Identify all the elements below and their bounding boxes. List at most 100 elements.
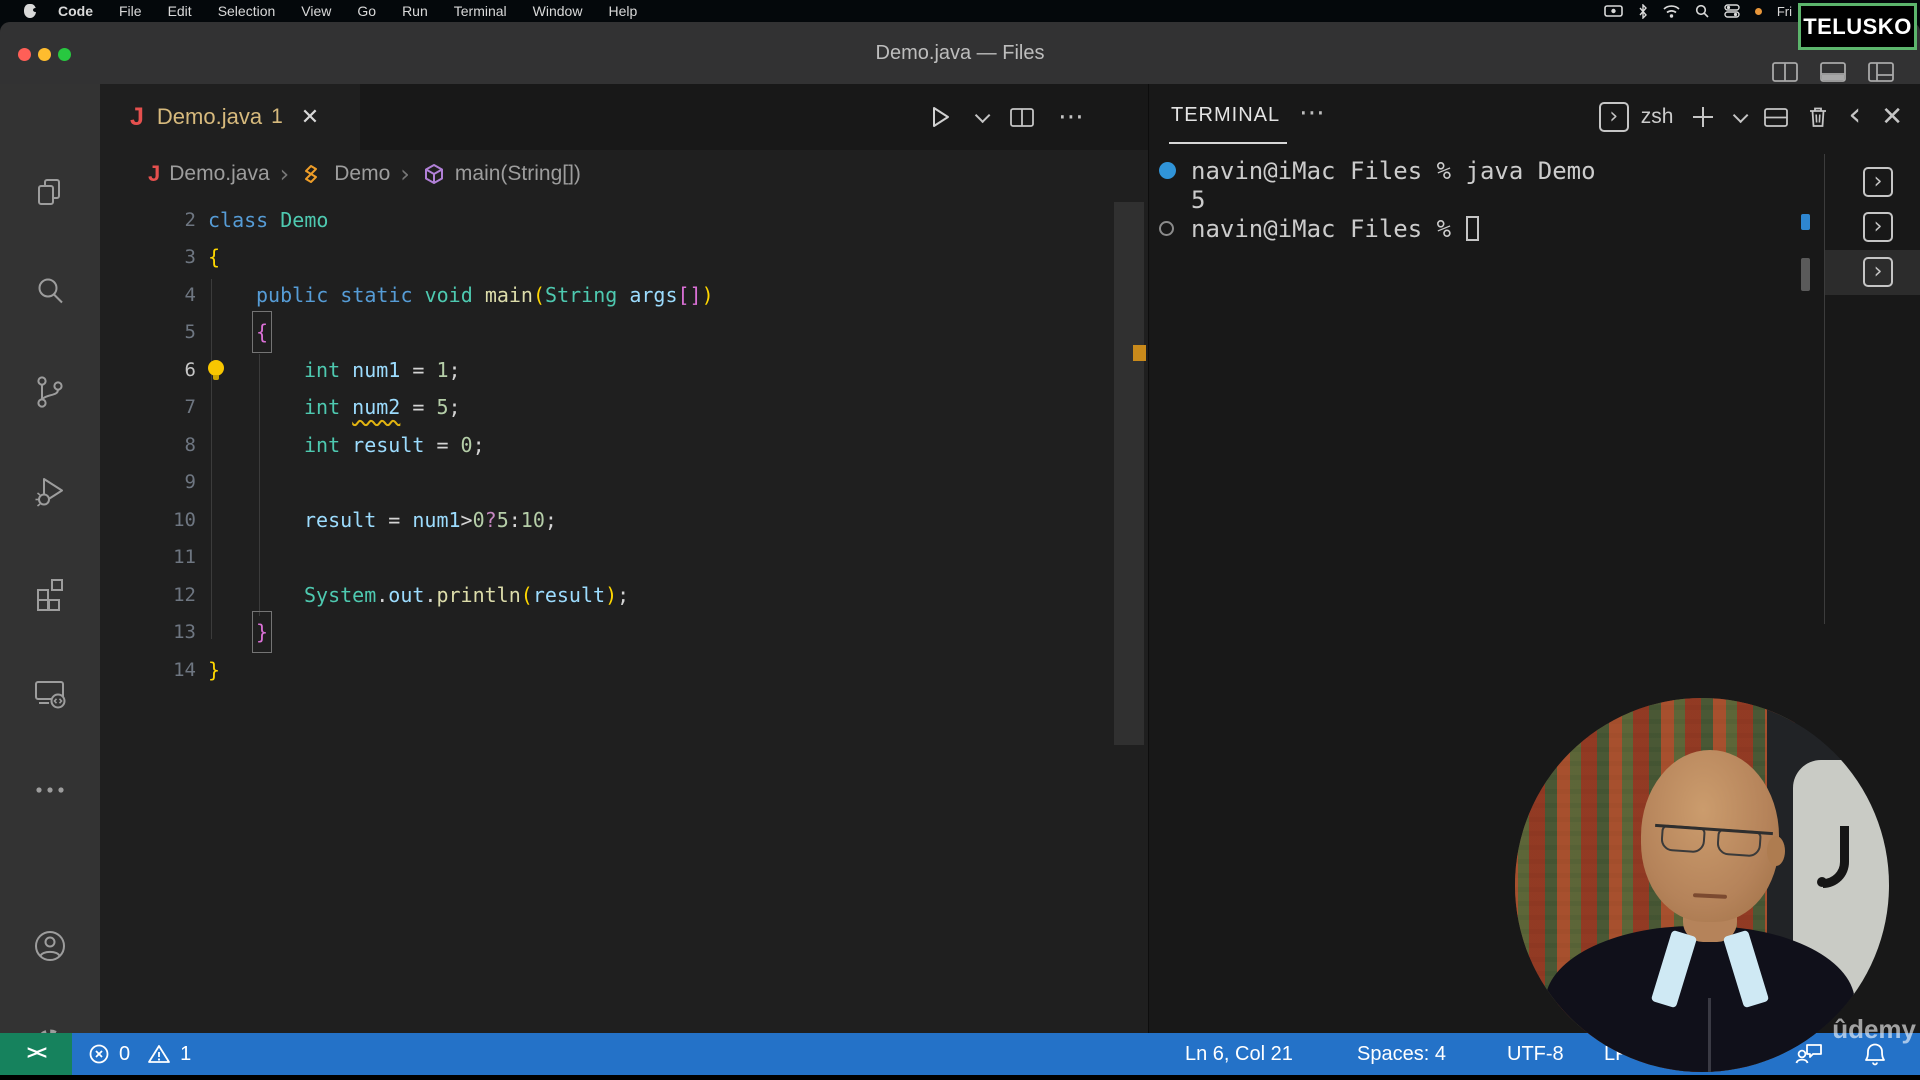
code-editor[interactable]: 2 class Demo 3{4 public static void main(St… xyxy=(100,198,1112,1033)
problems-status[interactable]: 0 1 xyxy=(88,1033,191,1075)
panel-more-actions-icon[interactable]: ⋯ xyxy=(1299,98,1327,128)
tab-terminal[interactable]: TERMINAL xyxy=(1171,104,1280,127)
line-number: 14 xyxy=(173,658,196,681)
letterbox-strip xyxy=(0,1075,1920,1080)
line-number: 3 xyxy=(184,246,196,269)
bluetooth-icon[interactable] xyxy=(1638,3,1648,19)
terminal-instance-row-2[interactable]: › xyxy=(1825,205,1920,250)
terminal-instance-icon[interactable]: › xyxy=(1863,167,1893,197)
extensions-icon[interactable] xyxy=(31,574,69,612)
menu-bar-clock[interactable]: Fri xyxy=(1777,4,1792,19)
code-text: result = num1>0?5:10; xyxy=(304,507,557,532)
wifi-icon[interactable] xyxy=(1663,4,1680,18)
lightbulb-icon[interactable] xyxy=(208,360,224,380)
menu-file[interactable]: File xyxy=(119,3,142,19)
terminal-instance-row-3[interactable]: › xyxy=(1825,250,1920,295)
menu-edit[interactable]: Edit xyxy=(168,3,192,19)
editor-more-actions-icon[interactable]: ⋯ xyxy=(1058,104,1086,130)
remote-indicator[interactable]: >< xyxy=(0,1033,72,1075)
toggle-panel-icon[interactable] xyxy=(1820,62,1846,82)
scrollbar-thumb[interactable] xyxy=(1114,202,1144,745)
kill-terminal-trash-icon[interactable] xyxy=(1808,106,1828,128)
window-title: Demo.java — Files xyxy=(875,42,1045,64)
code-text: } xyxy=(256,620,269,645)
breadcrumb-method[interactable]: main(String[]) xyxy=(455,162,581,186)
code-line-5: 5{ xyxy=(100,314,1112,352)
terminal-tabs-list: › › › xyxy=(1825,160,1920,295)
breadcrumb: J Demo.java › Demo › main(String[]) xyxy=(100,150,1148,198)
move-panel-chevron-icon[interactable]: ‹ xyxy=(1848,95,1861,133)
recording-dot xyxy=(1754,7,1762,15)
run-java-button[interactable] xyxy=(931,105,951,129)
code-line-7: 7 int num2 = 5; xyxy=(100,389,1112,427)
terminal-output[interactable]: navin@iMac Files % java Demo 5 navin@iMac … xyxy=(1149,156,1809,243)
line-number: 5 xyxy=(184,321,196,344)
tab-problems-badge: 1 xyxy=(271,105,283,128)
tab-label: Demo.java xyxy=(156,104,263,129)
menu-go[interactable]: Go xyxy=(357,3,376,19)
search-icon[interactable] xyxy=(31,272,69,310)
menu-window[interactable]: Window xyxy=(533,3,583,19)
terminal-scrollbar-thumb[interactable] xyxy=(1801,258,1810,291)
menu-run[interactable]: Run xyxy=(402,3,428,19)
menu-terminal[interactable]: Terminal xyxy=(454,3,507,19)
customize-layout-icon[interactable] xyxy=(1868,62,1894,82)
screen-mirroring-icon[interactable] xyxy=(1604,4,1623,18)
source-control-icon[interactable] xyxy=(31,373,69,411)
window-title-bar: Demo.java — Files xyxy=(0,22,1920,84)
line-number: 2 xyxy=(184,208,196,231)
telusko-logo: TELUSKO xyxy=(1798,3,1917,50)
code-line-11: 11 xyxy=(100,539,1112,577)
breadcrumb-separator: › xyxy=(279,160,290,188)
active-panel-underline xyxy=(1169,142,1287,144)
apple-menu-icon[interactable] xyxy=(24,4,38,18)
menu-selection[interactable]: Selection xyxy=(218,3,276,19)
line-number: 10 xyxy=(173,508,196,531)
split-editor-layout-icon[interactable] xyxy=(1772,62,1798,82)
breadcrumb-file[interactable]: Demo.java xyxy=(169,162,269,186)
terminal-instance-row-1[interactable]: › xyxy=(1825,160,1920,205)
run-dropdown-chevron-icon[interactable] xyxy=(974,107,991,123)
explorer-icon[interactable] xyxy=(31,175,69,213)
code-line-6: 6 int num1 = 1; xyxy=(100,351,1112,389)
terminal-command-decoration-pending[interactable] xyxy=(1159,221,1174,236)
editor-tab-bar: J Demo.java 1 ✕ ⋯ xyxy=(100,84,1148,150)
accounts-icon[interactable] xyxy=(31,927,69,965)
code-line-12: 12 System.out.println(result); xyxy=(100,576,1112,614)
line-number: 7 xyxy=(184,396,196,419)
terminal-instance-icon[interactable]: › xyxy=(1863,257,1893,287)
terminal-profile-chevron-icon[interactable] xyxy=(1733,107,1749,123)
line-number: 4 xyxy=(184,283,196,306)
warning-icon xyxy=(148,1045,171,1063)
run-and-debug-icon[interactable] xyxy=(31,472,69,510)
more-actions-icon[interactable] xyxy=(31,771,69,809)
menu-help[interactable]: Help xyxy=(608,3,637,19)
code-line-9: 9 xyxy=(100,464,1112,502)
remote-explorer-icon[interactable] xyxy=(31,674,69,712)
menu-view[interactable]: View xyxy=(301,3,331,19)
code-line-3: 3{ xyxy=(100,239,1112,277)
breadcrumb-class[interactable]: Demo xyxy=(334,162,390,186)
search-icon[interactable] xyxy=(1695,4,1709,18)
terminal-shell-icon: › xyxy=(1598,102,1629,132)
tab-close-button[interactable]: ✕ xyxy=(301,105,319,130)
code-text: } xyxy=(208,657,221,682)
terminal-command-decoration-success[interactable] xyxy=(1159,162,1176,179)
split-terminal-icon[interactable] xyxy=(1764,107,1789,127)
control-center-icon[interactable] xyxy=(1724,4,1740,18)
menu-code[interactable]: Code xyxy=(58,3,93,19)
code-text: public static void main(String args[]) xyxy=(256,282,714,307)
terminal-text: navin@iMac Files % java Demo xyxy=(1191,156,1596,185)
cursor-position-status[interactable]: Ln 6, Col 21 xyxy=(1185,1033,1293,1075)
terminal-line: navin@iMac Files % xyxy=(1149,214,1809,243)
tab-demo-java[interactable]: J Demo.java 1 ✕ xyxy=(100,84,360,150)
terminal-instance-icon[interactable]: › xyxy=(1863,212,1893,242)
close-panel-icon[interactable]: ✕ xyxy=(1881,102,1903,132)
new-terminal-button[interactable] xyxy=(1693,107,1714,127)
method-symbol-icon xyxy=(422,162,446,186)
split-editor-icon[interactable] xyxy=(1010,107,1034,127)
indentation-status[interactable]: Spaces: 4 xyxy=(1357,1033,1446,1075)
class-symbol-icon xyxy=(301,162,325,186)
udemy-watermark: ûdemy xyxy=(1832,1014,1916,1044)
warning-count: 1 xyxy=(180,1042,192,1065)
